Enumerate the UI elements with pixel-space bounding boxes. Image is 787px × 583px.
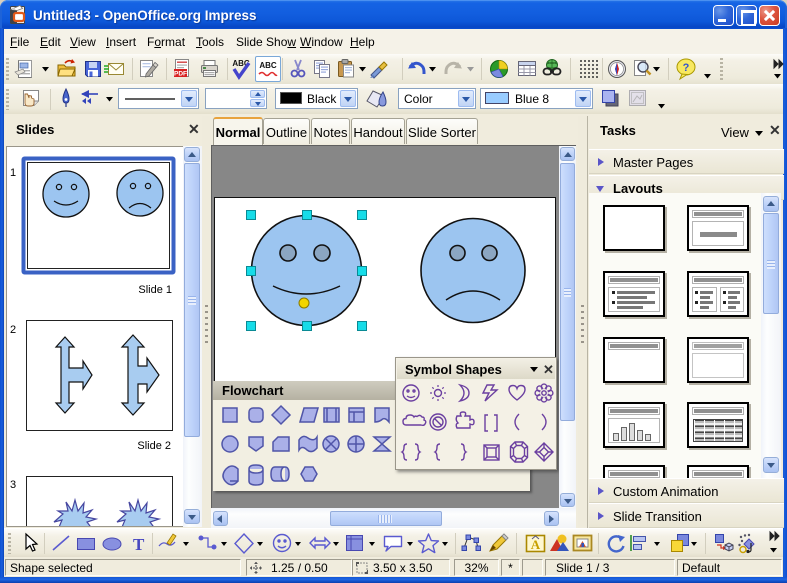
svg-text:?: ? (683, 62, 690, 74)
svg-text:Slide 2: Slide 2 (137, 440, 171, 452)
svg-text:3: 3 (10, 479, 16, 491)
svg-text:1: 1 (10, 167, 16, 179)
svg-text:T: T (133, 535, 145, 554)
svg-text:PDF: PDF (174, 71, 187, 78)
svg-text:2: 2 (10, 324, 16, 336)
svg-text:ABC: ABC (259, 61, 277, 70)
svg-text:Slide 1: Slide 1 (138, 284, 172, 296)
